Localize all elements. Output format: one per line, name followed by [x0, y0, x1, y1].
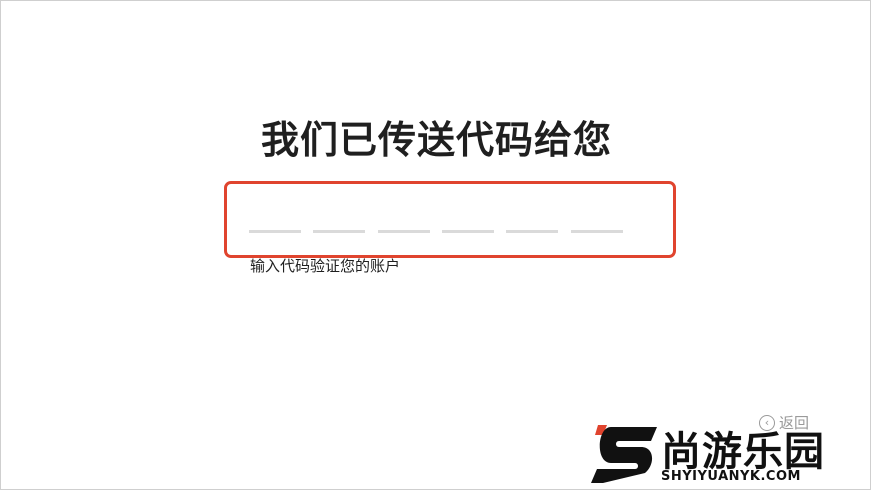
- code-digit-4[interactable]: [442, 230, 494, 233]
- code-digit-3[interactable]: [378, 230, 430, 233]
- code-digit-6[interactable]: [571, 230, 623, 233]
- page-title: 我们已传送代码给您: [260, 118, 612, 162]
- code-digit-5[interactable]: [506, 230, 558, 233]
- verification-code-input[interactable]: [224, 181, 676, 258]
- site-logo-icon: [591, 425, 657, 483]
- helper-text: 输入代码验证您的账户: [250, 257, 401, 275]
- site-url: SHYIYUANYK.COM: [661, 469, 801, 484]
- code-digit-2[interactable]: [313, 230, 365, 233]
- dialog-frame: 我们已传送代码给您 输入代码验证您的账户 ‹ 返回 尚游乐园 SHYIYUANY…: [0, 0, 871, 490]
- code-digit-1[interactable]: [249, 230, 301, 233]
- site-watermark: 尚游乐园 SHYIYUANYK.COM: [589, 419, 871, 490]
